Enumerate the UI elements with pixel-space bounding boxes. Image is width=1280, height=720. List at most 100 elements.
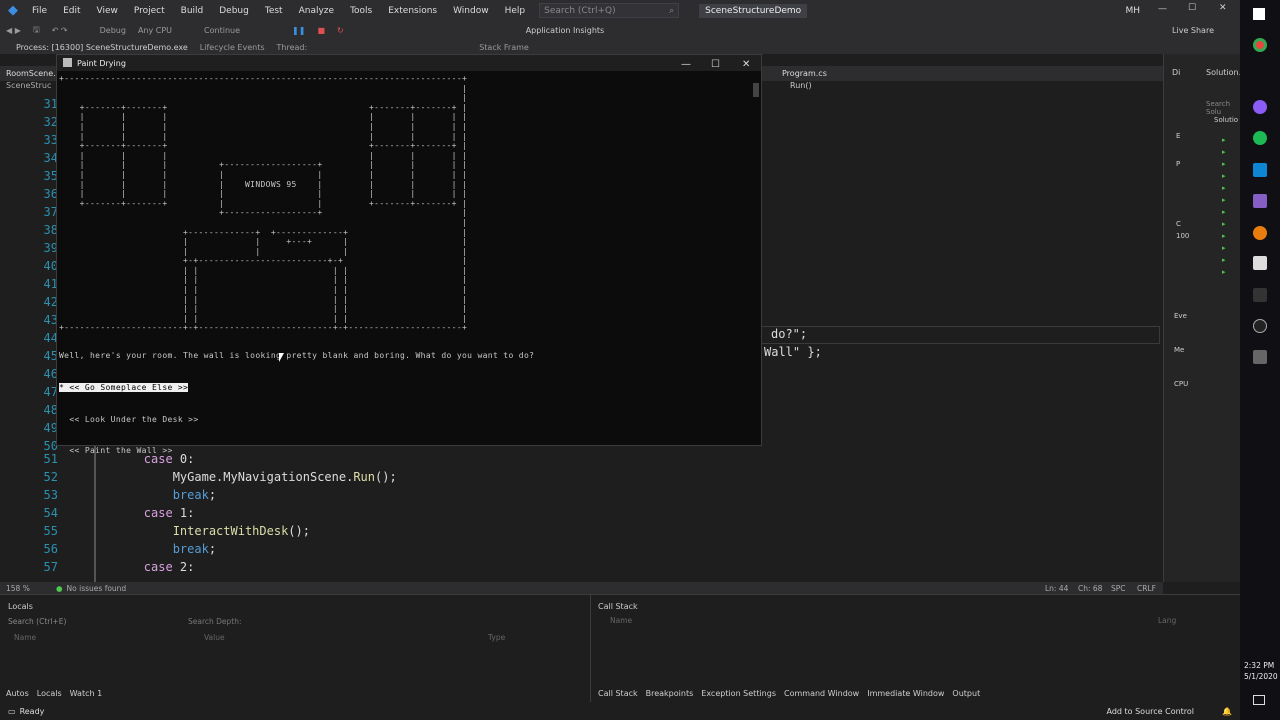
tab-exception-settings[interactable]: Exception Settings — [701, 689, 776, 698]
member-navigator[interactable]: Run() — [790, 81, 812, 90]
menu-debug[interactable]: Debug — [211, 6, 257, 16]
menu-window[interactable]: Window — [445, 6, 497, 16]
continue-button[interactable]: Continue — [198, 26, 246, 35]
live-share-button[interactable]: Live Share — [1166, 26, 1220, 35]
minimize-icon[interactable]: — — [1158, 4, 1167, 14]
option-go-someplace[interactable]: * << Go Someplace Else >> — [59, 383, 199, 394]
callstack-col-lang: Lang — [1158, 616, 1177, 625]
code-line: 54 case 1: — [0, 504, 397, 522]
notifications-icon[interactable] — [1253, 695, 1265, 705]
github-icon[interactable] — [1253, 319, 1267, 333]
line-number: 40 — [43, 259, 58, 273]
tab-breakpoints[interactable]: Breakpoints — [646, 689, 694, 698]
search-input[interactable]: Search (Ctrl+Q) — [544, 6, 615, 16]
console-scrollbar[interactable] — [753, 83, 759, 97]
locals-search-input[interactable]: Search (Ctrl+E) — [4, 615, 154, 628]
cpu-tab[interactable]: CPU — [1174, 380, 1188, 388]
blender-icon[interactable] — [1253, 226, 1267, 240]
solution-search[interactable]: Search Solu — [1206, 100, 1240, 116]
stack-frame-select[interactable]: Stack Frame — [473, 43, 535, 52]
notification-icon[interactable]: 🔔 — [1222, 707, 1232, 716]
nav-back-icon[interactable]: ◀ ▶ — [0, 26, 27, 35]
tab-immediate-window[interactable]: Immediate Window — [867, 689, 944, 698]
windows-start-icon[interactable] — [1253, 8, 1265, 20]
console-close-icon[interactable]: ✕ — [742, 59, 750, 70]
menu-test[interactable]: Test — [257, 6, 291, 16]
whitespace-mode[interactable]: SPC — [1111, 584, 1126, 593]
spotify-icon[interactable] — [1253, 131, 1267, 145]
tab-locals[interactable]: Locals — [37, 689, 62, 698]
menu-extensions[interactable]: Extensions — [380, 6, 445, 16]
events-label-c: C — [1176, 220, 1181, 228]
lifecycle-events[interactable]: Lifecycle Events — [194, 43, 271, 52]
maximize-icon[interactable]: ☐ — [1188, 3, 1196, 13]
config-select[interactable]: Debug — [94, 26, 132, 35]
code-text[interactable]: case 2: — [86, 560, 195, 574]
tab-autos[interactable]: Autos — [6, 689, 29, 698]
pause-icon[interactable]: ❚❚ — [286, 26, 311, 35]
platform-select[interactable]: Any CPU — [132, 26, 178, 35]
tab-watch1[interactable]: Watch 1 — [70, 689, 103, 698]
menu-file[interactable]: File — [24, 6, 55, 16]
clock-time[interactable]: 2:32 PM — [1244, 661, 1274, 670]
code-function: Run — [353, 470, 376, 484]
menu-tools[interactable]: Tools — [342, 6, 380, 16]
stop-icon[interactable]: ■ — [311, 26, 331, 35]
menu-view[interactable]: View — [89, 6, 126, 16]
tab-output[interactable]: Output — [952, 689, 980, 698]
thread-select[interactable]: Thread: — [271, 43, 314, 52]
code-text[interactable]: break; — [86, 488, 216, 502]
restart-icon[interactable]: ↻ — [331, 26, 350, 35]
line-number: 55 — [43, 524, 58, 538]
locals-col-type: Type — [488, 633, 506, 642]
console-minimize-icon[interactable]: — — [681, 59, 691, 70]
process-select[interactable]: Process: [16300] SceneStructureDemo.exe — [0, 43, 194, 52]
undo-icon[interactable]: ↶ ↷ — [46, 26, 74, 35]
zoom-level[interactable]: 158 % — [0, 584, 56, 593]
callstack-tabs: Call Stack Breakpoints Exception Setting… — [598, 689, 980, 698]
console-icon — [63, 58, 72, 67]
clock-date[interactable]: 5/1/2020 — [1244, 672, 1278, 681]
menu-project[interactable]: Project — [126, 6, 173, 16]
search-depth[interactable]: Search Depth: — [188, 617, 242, 626]
source-control-button[interactable]: Add to Source Control — [1106, 707, 1194, 716]
chrome-icon[interactable] — [1253, 38, 1267, 52]
code-text[interactable]: case 1: — [86, 506, 195, 520]
app-purple-icon[interactable] — [1253, 100, 1267, 114]
terminal-icon[interactable] — [1253, 288, 1267, 302]
menu-help[interactable]: Help — [497, 6, 534, 16]
unity-icon[interactable] — [1253, 256, 1267, 270]
tab-program[interactable]: Program.cs — [782, 69, 827, 78]
close-icon[interactable]: ✕ — [1219, 3, 1227, 13]
active-window-icon[interactable] — [1253, 350, 1267, 364]
code-text[interactable]: InteractWithDesk(); — [86, 524, 310, 538]
tab-callstack[interactable]: Call Stack — [598, 689, 638, 698]
option-paint-wall[interactable]: << Paint the Wall >> — [59, 446, 199, 457]
tab-command-window[interactable]: Command Window — [784, 689, 859, 698]
console-title-bar[interactable]: Paint Drying — ☐ ✕ — [57, 55, 761, 71]
issues-status[interactable]: No issues found — [63, 584, 127, 593]
vscode-icon[interactable] — [1253, 163, 1267, 177]
console-window[interactable]: Paint Drying — ☐ ✕ +--------------------… — [56, 54, 762, 455]
events-tab[interactable]: Eve — [1174, 312, 1187, 320]
menu-edit[interactable]: Edit — [55, 6, 88, 16]
diag-tab[interactable]: Di — [1172, 68, 1180, 77]
menu-analyze[interactable]: Analyze — [291, 6, 342, 16]
status-bar: ▭ Ready Add to Source Control 🔔 — [0, 702, 1240, 720]
menu-build[interactable]: Build — [173, 6, 212, 16]
search-box[interactable]: Search (Ctrl+Q) ⌕ — [539, 3, 680, 18]
console-maximize-icon[interactable]: ☐ — [711, 59, 720, 70]
line-number: 42 — [43, 295, 58, 309]
user-avatar[interactable]: MH — [1125, 6, 1140, 16]
line-ending[interactable]: CRLF — [1137, 584, 1156, 593]
app-insights-button[interactable]: Application Insights — [520, 26, 611, 35]
type-navigator[interactable]: SceneStruc — [0, 81, 60, 90]
save-icon[interactable]: 🖫 — [27, 24, 46, 38]
option-look-under-desk[interactable]: << Look Under the Desk >> — [59, 415, 199, 426]
code-text[interactable]: break; — [86, 542, 216, 556]
memory-tab[interactable]: Me — [1174, 346, 1184, 354]
vs-logo-icon[interactable]: ◆ — [0, 3, 24, 18]
solution-node[interactable]: Solutio — [1214, 116, 1238, 124]
visual-studio-icon[interactable] — [1253, 194, 1267, 208]
line-number: 38 — [43, 223, 58, 237]
